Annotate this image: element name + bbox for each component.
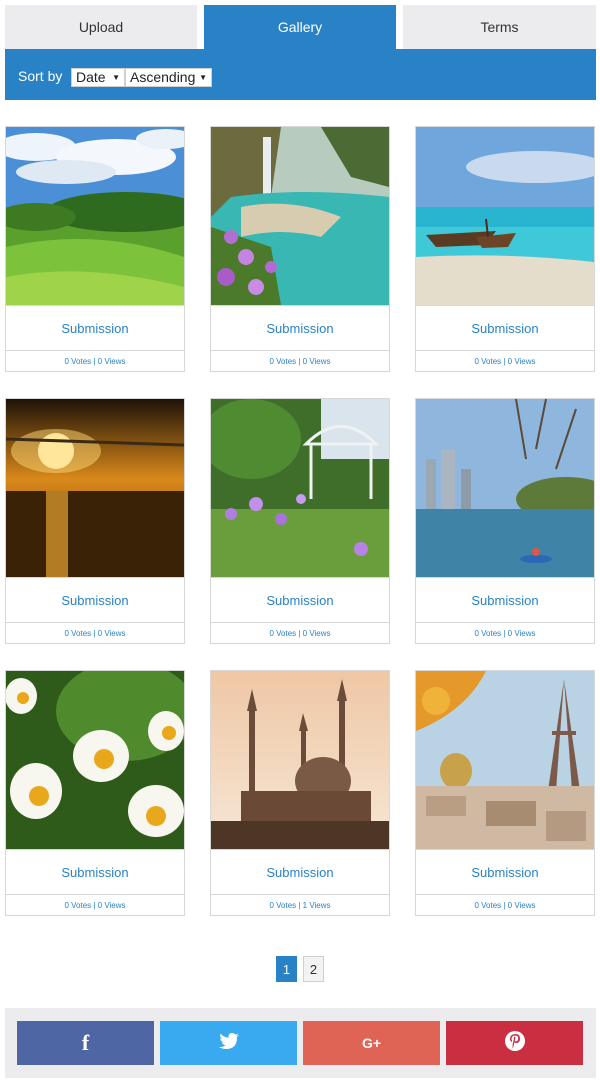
pinterest-share-button[interactable]: [446, 1021, 583, 1065]
submission-image[interactable]: [211, 399, 389, 577]
gallery-card[interactable]: Submission 0 Votes | 0 Views: [5, 670, 185, 916]
submission-image[interactable]: [211, 671, 389, 849]
twitter-icon: [218, 1032, 239, 1054]
google-plus-icon: G+: [361, 1035, 382, 1051]
sort-label: Sort by: [18, 68, 63, 84]
gallery-card[interactable]: Submission 0 Votes | 0 Views: [210, 126, 390, 372]
submission-image[interactable]: [416, 399, 594, 577]
submission-title[interactable]: Submission: [416, 305, 594, 350]
dropdown-arrow-icon: ▼: [199, 73, 207, 82]
submission-stats: 0 Votes | 0 Views: [211, 622, 389, 643]
sort-order-value: Ascending: [130, 69, 196, 85]
submission-image[interactable]: [6, 671, 184, 849]
tab-gallery[interactable]: Gallery: [204, 5, 396, 49]
submission-image[interactable]: [416, 127, 594, 305]
submission-stats: 0 Votes | 0 Views: [416, 622, 594, 643]
submission-stats: 0 Votes | 0 Views: [6, 622, 184, 643]
page-1-button[interactable]: 1: [276, 956, 297, 982]
gallery-card[interactable]: Submission 0 Votes | 0 Views: [415, 126, 595, 372]
tab-bar: Upload Gallery Terms: [5, 5, 596, 49]
tab-upload[interactable]: Upload: [5, 5, 197, 49]
tab-terms[interactable]: Terms: [403, 5, 596, 49]
google-plus-share-button[interactable]: G+: [303, 1021, 440, 1065]
dropdown-arrow-icon: ▼: [112, 73, 120, 82]
submission-title[interactable]: Submission: [6, 849, 184, 894]
submission-image[interactable]: [6, 399, 184, 577]
facebook-icon: f: [81, 1030, 90, 1055]
gallery-card[interactable]: Submission 0 Votes | 0 Views: [5, 126, 185, 372]
submission-image[interactable]: [211, 127, 389, 305]
submission-stats: 0 Votes | 0 Views: [211, 350, 389, 371]
gallery-card[interactable]: Submission 0 Votes | 0 Views: [210, 398, 390, 644]
submission-stats: 0 Votes | 0 Views: [6, 350, 184, 371]
sort-field-select[interactable]: Date ▼: [71, 68, 125, 87]
gallery-card[interactable]: Submission 0 Votes | 0 Views: [415, 670, 595, 916]
submission-image[interactable]: [6, 127, 184, 305]
submission-title[interactable]: Submission: [416, 849, 594, 894]
submission-stats: 0 Votes | 0 Views: [416, 894, 594, 915]
page-2-button[interactable]: 2: [303, 956, 324, 982]
gallery-card[interactable]: Submission 0 Votes | 1 Views: [210, 670, 390, 916]
submission-title[interactable]: Submission: [211, 849, 389, 894]
twitter-share-button[interactable]: [160, 1021, 297, 1065]
submission-title[interactable]: Submission: [211, 305, 389, 350]
sort-field-value: Date: [76, 69, 106, 85]
submission-title[interactable]: Submission: [211, 577, 389, 622]
submission-image[interactable]: [416, 671, 594, 849]
submission-title[interactable]: Submission: [6, 577, 184, 622]
submission-title[interactable]: Submission: [6, 305, 184, 350]
submission-stats: 0 Votes | 1 Views: [211, 894, 389, 915]
submission-title[interactable]: Submission: [416, 577, 594, 622]
submission-stats: 0 Votes | 0 Views: [6, 894, 184, 915]
submission-stats: 0 Votes | 0 Views: [416, 350, 594, 371]
share-bar: f G+: [5, 1008, 596, 1078]
gallery-card[interactable]: Submission 0 Votes | 0 Views: [5, 398, 185, 644]
sort-bar: Sort by Date ▼ Ascending ▼: [5, 49, 596, 100]
sort-order-select[interactable]: Ascending ▼: [125, 68, 212, 87]
facebook-share-button[interactable]: f: [17, 1021, 154, 1065]
pinterest-icon: [504, 1030, 526, 1057]
gallery-card[interactable]: Submission 0 Votes | 0 Views: [415, 398, 595, 644]
